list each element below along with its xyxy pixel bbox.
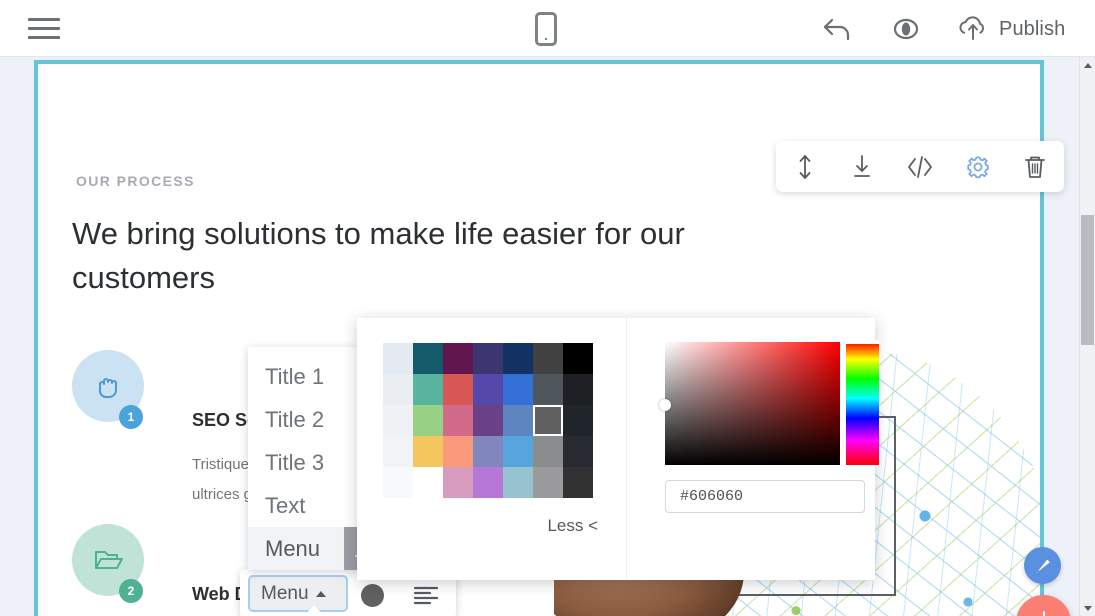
color-picker-custom-pane: #606060: [627, 318, 875, 580]
color-swatch[interactable]: [473, 467, 503, 498]
color-swatch[interactable]: [503, 405, 533, 436]
section-headline[interactable]: We bring solutions to make life easier f…: [72, 212, 712, 300]
eye-preview-icon[interactable]: [886, 10, 926, 48]
color-swatch[interactable]: [533, 467, 563, 498]
dropdown-item-menu-label: Menu: [265, 536, 320, 562]
color-swatch[interactable]: [563, 374, 593, 405]
color-swatch[interactable]: [563, 467, 593, 498]
download-icon[interactable]: [842, 147, 882, 187]
align-left-icon[interactable]: [412, 583, 440, 607]
delete-trash-icon[interactable]: [1015, 147, 1055, 187]
dropdown-item-text[interactable]: Text: [248, 484, 360, 527]
mobile-device-icon[interactable]: [531, 11, 561, 47]
dropdown-item-title-2[interactable]: Title 2: [248, 398, 360, 441]
hamburger-line: [28, 36, 60, 39]
publish-button[interactable]: Publish: [956, 9, 1065, 49]
color-swatch[interactable]: [413, 405, 443, 436]
hamburger-line: [28, 18, 60, 21]
dropdown-item-title-1[interactable]: Title 1: [248, 355, 360, 398]
color-swatch[interactable]: [503, 343, 533, 374]
text-style-select-value: Menu: [261, 583, 309, 605]
scroll-up-arrow-icon[interactable]: [1080, 57, 1095, 73]
color-swatch[interactable]: [533, 436, 563, 467]
open-folder-icon: [90, 543, 126, 577]
less-link[interactable]: Less <: [547, 516, 598, 536]
plus-icon: [1032, 611, 1056, 616]
color-swatch[interactable]: [413, 374, 443, 405]
paint-brush-icon: [1033, 556, 1053, 576]
color-swatch[interactable]: [563, 405, 593, 436]
color-swatch[interactable]: [383, 343, 413, 374]
color-swatch[interactable]: [473, 436, 503, 467]
color-swatch[interactable]: [503, 374, 533, 405]
color-swatch[interactable]: [443, 436, 473, 467]
publish-label: Publish: [999, 18, 1065, 41]
color-swatch[interactable]: [473, 343, 503, 374]
color-swatch[interactable]: [563, 436, 593, 467]
feature-badge: 1: [119, 405, 143, 429]
brush-fab-button[interactable]: [1024, 547, 1061, 584]
color-swatch[interactable]: [533, 374, 563, 405]
color-picker-popover: Less < #606060: [357, 318, 875, 580]
color-swatch[interactable]: [383, 436, 413, 467]
page-canvas: OUR PROCESS We bring solutions to make l…: [0, 57, 1079, 616]
color-swatch[interactable]: [413, 436, 443, 467]
color-swatch[interactable]: [383, 467, 413, 498]
text-color-swatch-button[interactable]: [361, 584, 384, 607]
hand-grab-icon: [91, 369, 125, 403]
color-swatch[interactable]: [473, 405, 503, 436]
color-picker-palette-pane: Less <: [357, 318, 627, 580]
color-swatch[interactable]: [503, 436, 533, 467]
website-builder-app: Publish OUR PROCESS We bring solutions t…: [0, 0, 1095, 616]
section-eyebrow: OUR PROCESS: [76, 173, 195, 189]
hamburger-menu-icon[interactable]: [28, 14, 60, 42]
scroll-thumb[interactable]: [1081, 215, 1094, 345]
code-icon[interactable]: [900, 147, 940, 187]
cloud-upload-icon: [956, 12, 990, 46]
vertical-scrollbar[interactable]: [1079, 57, 1095, 616]
caret-up-icon: [316, 591, 326, 597]
color-swatch[interactable]: [563, 343, 593, 374]
color-swatch[interactable]: [443, 467, 473, 498]
hex-color-input[interactable]: #606060: [665, 480, 865, 513]
color-swatch[interactable]: [413, 467, 443, 498]
saturation-value-handle[interactable]: [659, 399, 671, 411]
element-toolbar: [776, 141, 1064, 192]
dropdown-item-menu[interactable]: Menu: [248, 527, 360, 570]
color-swatch[interactable]: [383, 405, 413, 436]
color-swatch[interactable]: [443, 374, 473, 405]
color-swatch[interactable]: [443, 405, 473, 436]
color-swatch[interactable]: [443, 343, 473, 374]
hue-slider-handle[interactable]: [846, 340, 879, 344]
scroll-down-arrow-icon[interactable]: [1080, 600, 1095, 616]
saturation-value-area[interactable]: [665, 342, 840, 465]
move-vertical-icon[interactable]: [785, 147, 825, 187]
text-style-select[interactable]: Menu: [248, 575, 348, 612]
hamburger-line: [28, 27, 60, 30]
color-swatch-grid: [383, 343, 593, 498]
color-swatch[interactable]: [383, 374, 413, 405]
feature-badge: 2: [119, 579, 143, 603]
color-swatch[interactable]: [533, 343, 563, 374]
color-swatch[interactable]: [503, 467, 533, 498]
hue-slider[interactable]: [846, 342, 879, 465]
color-swatch[interactable]: [533, 405, 563, 436]
settings-gear-icon[interactable]: [958, 147, 998, 187]
top-bar: Publish: [0, 0, 1095, 57]
color-swatch[interactable]: [413, 343, 443, 374]
undo-arrow-icon[interactable]: [818, 10, 856, 48]
dropdown-item-title-3[interactable]: Title 3: [248, 441, 360, 484]
text-style-dropdown[interactable]: Title 1 Title 2 Title 3 Text Menu: [248, 347, 360, 570]
color-swatch[interactable]: [473, 374, 503, 405]
